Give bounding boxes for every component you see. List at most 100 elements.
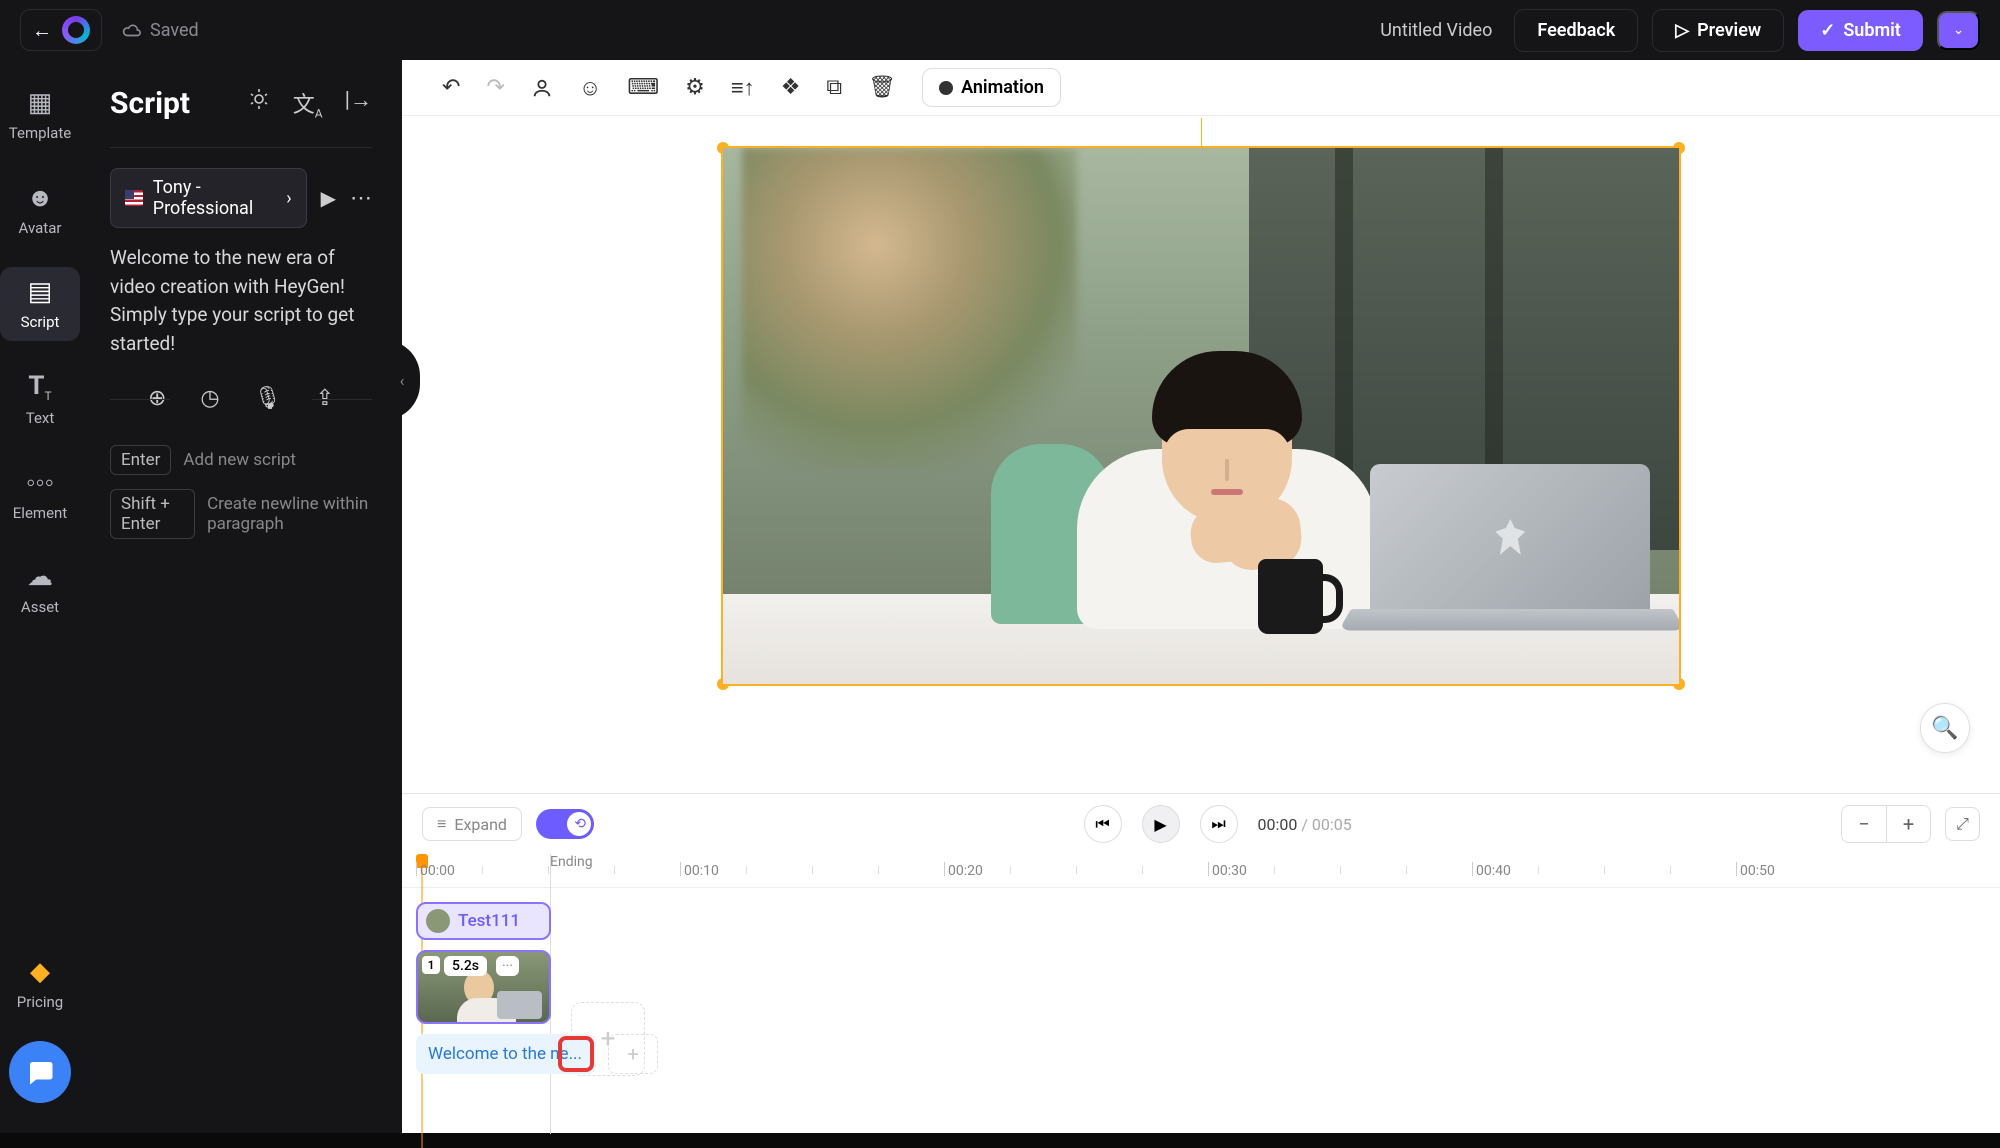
caption-clip[interactable]: Welcome to the ne...: [416, 1034, 596, 1074]
expand-icon: ≡: [437, 814, 446, 834]
main-layout: ▦ Template ☻ Avatar ▤ Script TT Text ◦◦◦…: [0, 60, 2000, 1133]
voice-selector[interactable]: Tony - Professional ›: [110, 168, 307, 228]
gear-tool-button[interactable]: ⚙: [685, 75, 705, 100]
time-display: 00:00 / 00:05: [1258, 815, 1352, 834]
submit-dropdown-button[interactable]: ⌄: [1937, 11, 1980, 50]
rail-element[interactable]: ◦◦◦ Element: [0, 457, 80, 532]
copy-tool-button[interactable]: ⧉: [826, 75, 842, 100]
panel-header: Script 文A |→: [110, 86, 372, 121]
translate-icon[interactable]: 文A: [293, 87, 323, 120]
kbd-enter: Enter: [110, 445, 171, 475]
duration: 00:05: [1312, 815, 1352, 834]
script-icon: ▤: [28, 277, 53, 307]
animation-button[interactable]: Animation: [922, 68, 1061, 107]
clip-label: Test111: [458, 911, 520, 931]
timeline-controls: ≡ Expand ⟲ ⏮ ▶ ⏭ 00:00 / 00:05: [402, 794, 2000, 854]
zoom-control: − +: [1841, 805, 1931, 843]
thumb-index: 1: [422, 956, 440, 974]
chevron-right-icon: ›: [286, 188, 291, 209]
script-panel: Script 文A |→ Tony - Professional › ▶ ⋯ W…: [80, 60, 402, 1133]
expand-arrows-icon: ⤢: [1956, 814, 1969, 833]
add-icon[interactable]: ⊕: [148, 386, 166, 411]
hint-enter: Enter Add new script: [110, 445, 372, 475]
pricing-icon: ◆: [30, 957, 50, 987]
snap-toggle[interactable]: ⟲: [536, 809, 594, 839]
play-voice-button[interactable]: ▶: [321, 186, 336, 210]
left-rail: ▦ Template ☻ Avatar ▤ Script TT Text ◦◦◦…: [0, 60, 80, 1133]
template-icon: ▦: [28, 88, 53, 118]
check-icon: ✓: [1820, 20, 1835, 41]
flag-us-icon: [125, 190, 143, 206]
zoom-fit-button[interactable]: 🔍: [1920, 703, 1970, 753]
hint-shift-text: Create newline within paragraph: [207, 494, 372, 534]
skip-back-icon: ⏮: [1095, 814, 1109, 834]
highlight-box: [558, 1036, 594, 1072]
app-logo-icon: [62, 16, 90, 44]
rail-asset[interactable]: ☁ Asset: [0, 552, 80, 626]
asset-icon: ☁: [27, 562, 53, 592]
rail-pricing[interactable]: ◆ Pricing: [0, 947, 80, 1021]
undo-button[interactable]: ↶: [442, 75, 460, 100]
back-arrow-icon[interactable]: ←: [32, 18, 52, 43]
next-button[interactable]: ⏭: [1200, 805, 1238, 843]
video-frame[interactable]: [721, 146, 1681, 686]
scene-thumb-clip[interactable]: 1 5.2s ···: [416, 950, 551, 1024]
fullscreen-button[interactable]: ⤢: [1945, 807, 1980, 841]
logo-back-box[interactable]: ←: [20, 9, 102, 51]
hint-enter-text: Add new script: [183, 450, 296, 470]
element-icon: ◦◦◦: [26, 467, 54, 498]
avatar-tool-button[interactable]: [531, 77, 553, 99]
rail-script[interactable]: ▤ Script: [0, 267, 80, 341]
resize-icon[interactable]: |→: [345, 87, 372, 120]
timeline-ruler[interactable]: Ending 00:00 00:10 00:20 00:30 00:40 00:…: [402, 854, 2000, 888]
rail-text[interactable]: TT Text: [0, 361, 80, 437]
script-tools: ⊕ ◷ 🎙 ⇪: [110, 380, 372, 417]
text-icon: TT: [28, 371, 51, 403]
canvas-toolbar: ↶ ↷ ☺ ⌨ ⚙ ≡↑ ❖ ⧉ 🗑 Animation: [402, 60, 2000, 116]
top-bar: ← Saved Untitled Video Feedback ▷ Previe…: [0, 0, 2000, 60]
mic-icon[interactable]: 🎙: [254, 386, 282, 411]
avatar-scene: [723, 148, 1679, 684]
expand-button[interactable]: ≡ Expand: [422, 807, 522, 841]
submit-button[interactable]: ✓ Submit: [1798, 10, 1923, 51]
panel-title: Script: [110, 86, 190, 121]
face-tool-button[interactable]: ☺: [579, 75, 601, 101]
plus-icon: +: [601, 1024, 616, 1054]
canvas-stage[interactable]: 🔍: [402, 116, 2000, 793]
ai-icon[interactable]: [247, 87, 271, 120]
topbar-right: Untitled Video Feedback ▷ Preview ✓ Subm…: [1380, 9, 1980, 52]
save-label: Saved: [150, 20, 199, 41]
chevron-down-icon: ⌄: [1953, 23, 1964, 38]
align-tool-button[interactable]: ≡↑: [731, 75, 755, 101]
rail-template[interactable]: ▦ Template: [0, 78, 80, 152]
preview-button[interactable]: ▷ Preview: [1652, 9, 1784, 52]
thumb-more-button[interactable]: ···: [496, 956, 519, 976]
link-icon: ⟲: [574, 816, 586, 832]
feedback-button[interactable]: Feedback: [1514, 9, 1638, 52]
script-textarea[interactable]: Welcome to the new era of video creation…: [110, 244, 372, 358]
voice-more-button[interactable]: ⋯: [350, 186, 372, 211]
prev-button[interactable]: ⏮: [1084, 805, 1122, 843]
search-icon: 🔍: [1931, 716, 1958, 741]
skip-forward-icon: ⏭: [1211, 814, 1225, 834]
layers-tool-button[interactable]: ❖: [781, 75, 801, 100]
pace-icon[interactable]: ◷: [200, 386, 219, 411]
play-button[interactable]: ▶: [1142, 805, 1180, 843]
zoom-in-button[interactable]: +: [1887, 806, 1930, 842]
voice-name: Tony - Professional: [153, 177, 276, 219]
zoom-out-button[interactable]: −: [1842, 806, 1886, 842]
redo-button[interactable]: ↷: [486, 75, 504, 100]
upload-icon[interactable]: ⇪: [316, 386, 334, 411]
avatar-track-clip[interactable]: Test111: [416, 902, 551, 940]
delete-tool-button[interactable]: 🗑: [868, 75, 896, 100]
rail-avatar[interactable]: ☻ Avatar: [0, 172, 80, 247]
chat-support-button[interactable]: [9, 1041, 71, 1103]
play-icon: ▷: [1675, 20, 1689, 41]
play-icon: ▶: [1154, 815, 1166, 834]
current-time: 00:00: [1258, 815, 1298, 834]
video-title[interactable]: Untitled Video: [1380, 20, 1492, 41]
keyboard-tool-button[interactable]: ⌨: [627, 75, 659, 100]
chat-icon: [25, 1057, 55, 1087]
save-status: Saved: [120, 20, 199, 41]
thumb-duration: 5.2s: [444, 956, 487, 976]
